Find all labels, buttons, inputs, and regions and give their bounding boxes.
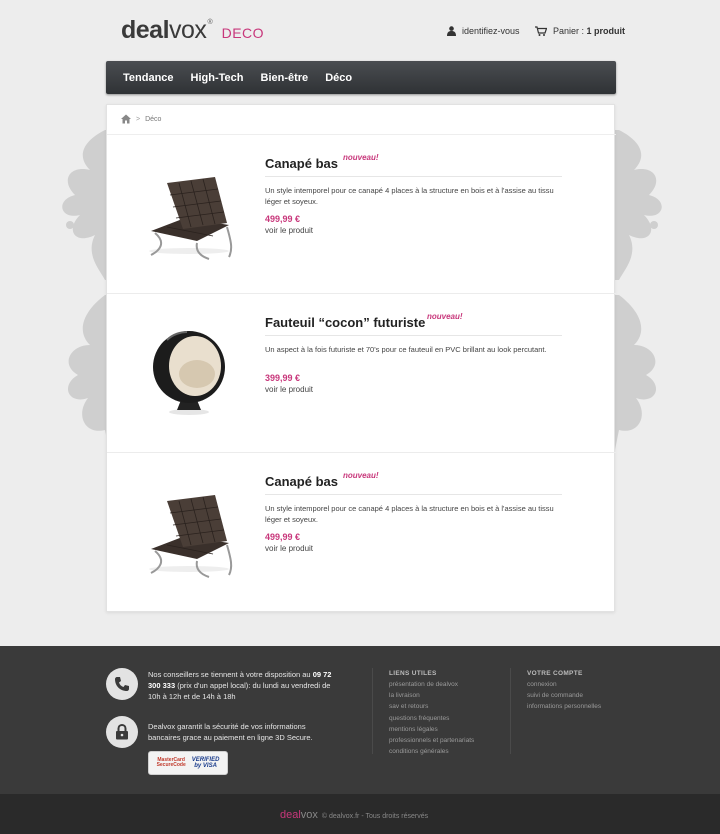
product-title[interactable]: Fauteuil “cocon” futuriste — [265, 315, 425, 330]
nav-item-deco[interactable]: Déco — [325, 72, 352, 84]
cart-count: 1 produit — [586, 26, 626, 36]
product-image-ball-chair[interactable] — [137, 322, 237, 422]
logo-deal: deal — [121, 16, 170, 44]
useful-links-list: présentation de dealvox la livraison sav… — [389, 681, 474, 759]
lock-icon-badge — [106, 716, 138, 748]
verified-by-visa-logo: VERIFIED by VISA — [192, 757, 220, 769]
by-visa-label: by VISA — [194, 763, 217, 769]
footer-logo-deal: deal — [280, 809, 301, 821]
view-product-link[interactable]: voir le produit — [265, 544, 313, 553]
phone-icon-badge — [106, 668, 138, 700]
footer-link-pro[interactable]: professionnels et partenariats — [389, 737, 474, 748]
account-title: VOTRE COMPTE — [527, 670, 583, 677]
mastercard-securecode-logo: MasterCard SecureCode — [157, 758, 186, 768]
user-icon — [447, 26, 456, 36]
phone-icon — [115, 677, 129, 691]
product-title-divider — [265, 335, 562, 336]
site-footer: Nos conseillers se tiennent à votre disp… — [0, 646, 720, 794]
nav-item-high-tech[interactable]: High-Tech — [191, 72, 244, 84]
account-link-suivi[interactable]: suivi de commande — [527, 692, 601, 703]
payment-security-badge: MasterCard SecureCode VERIFIED by VISA — [148, 751, 228, 775]
footer-link-cgv[interactable]: conditions générales — [389, 748, 474, 759]
contact-intro: Nos conseillers se tiennent à votre disp… — [148, 670, 311, 679]
breadcrumb: > Déco — [121, 114, 161, 124]
login-label: identifiez-vous — [462, 26, 520, 36]
login-link[interactable]: identifiez-vous — [447, 26, 520, 36]
product-image-barcelona-chair[interactable] — [137, 481, 237, 581]
product-title[interactable]: Canapé bas — [265, 474, 338, 489]
logo-section-label: DECO — [221, 25, 265, 41]
new-badge: nouveau! — [343, 471, 379, 480]
contact-hours: (prix d'un appel local): du lundi au ven… — [148, 681, 331, 701]
securecode-label: SecureCode — [156, 762, 186, 768]
product-list-panel: > Déco Canapé bas nouveau! Un style inte… — [106, 104, 616, 612]
footer-link-mentions[interactable]: mentions légales — [389, 726, 474, 737]
footer-logo-vox: vox — [300, 809, 318, 821]
footer-column-divider — [510, 668, 511, 754]
copyright-text: © dealvox.fr - Tous droits réservés — [321, 813, 429, 820]
main-nav: Tendance High-Tech Bien-être Déco — [106, 61, 616, 94]
product-item: Canapé bas nouveau! Un style intemporel … — [107, 453, 616, 612]
product-description: Un style intemporel pour ce canapé 4 pla… — [265, 186, 554, 206]
product-image-barcelona-chair[interactable] — [137, 163, 237, 263]
product-item: Canapé bas nouveau! Un style intemporel … — [107, 135, 616, 294]
ornament-right-bottom — [614, 295, 657, 455]
ornament-left-top — [62, 130, 110, 280]
view-product-link[interactable]: voir le produit — [265, 385, 313, 394]
product-description: Un aspect à la fois futuriste et 70's po… — [265, 345, 547, 354]
view-product-link[interactable]: voir le produit — [265, 226, 313, 235]
product-title-divider — [265, 494, 562, 495]
secure-payment-text: Dealvox garantit la sécurité de vos info… — [148, 722, 313, 742]
cart-icon — [535, 26, 547, 36]
useful-links-title: LIENS UTILES — [389, 670, 437, 677]
cart-prefix: Panier : — [553, 26, 585, 36]
site-logo[interactable]: dealvox ® DECO — [121, 16, 264, 46]
ornament-right-top — [614, 130, 662, 280]
site-header: dealvox ® DECO identifiez-vous Panier : … — [0, 0, 720, 60]
contact-text: Nos conseillers se tiennent à votre disp… — [148, 669, 338, 702]
logo-registered-mark: ® — [207, 19, 213, 26]
lock-icon — [116, 724, 128, 740]
product-price: 499,99 € — [265, 532, 301, 542]
nav-item-tendance[interactable]: Tendance — [123, 72, 174, 84]
breadcrumb-separator: > — [136, 115, 141, 123]
footer-link-faq[interactable]: questions fréquentes — [389, 715, 474, 726]
product-price: 499,99 € — [265, 214, 301, 224]
logo-vox: vox — [169, 16, 207, 44]
product-description: Un style intemporel pour ce canapé 4 pla… — [265, 504, 554, 524]
home-icon[interactable] — [121, 114, 131, 124]
nav-item-bien-etre[interactable]: Bien-être — [261, 72, 309, 84]
cart-link[interactable]: Panier : 1 produit — [535, 26, 625, 36]
ornament-left-bottom — [67, 295, 110, 455]
footer-column-divider — [372, 668, 373, 754]
new-badge: nouveau! — [343, 153, 379, 162]
product-item: Fauteuil “cocon” futuriste nouveau! Un a… — [107, 294, 616, 453]
account-link-connexion[interactable]: connexion — [527, 681, 601, 692]
copyright-line: dealvox © dealvox.fr - Tous droits réser… — [280, 809, 428, 821]
breadcrumb-current[interactable]: Déco — [145, 116, 161, 123]
account-links-list: connexion suivi de commande informations… — [527, 681, 601, 715]
footer-link-sav[interactable]: sav et retours — [389, 703, 474, 714]
product-title-divider — [265, 176, 562, 177]
product-price: 399,99 € — [265, 373, 301, 383]
footer-link-presentation[interactable]: présentation de dealvox — [389, 681, 474, 692]
new-badge: nouveau! — [427, 312, 463, 321]
footer-logo[interactable]: dealvox — [280, 809, 318, 821]
account-link-infos[interactable]: informations personnelles — [527, 703, 601, 714]
footer-link-livraison[interactable]: la livraison — [389, 692, 474, 703]
product-title[interactable]: Canapé bas — [265, 156, 338, 171]
